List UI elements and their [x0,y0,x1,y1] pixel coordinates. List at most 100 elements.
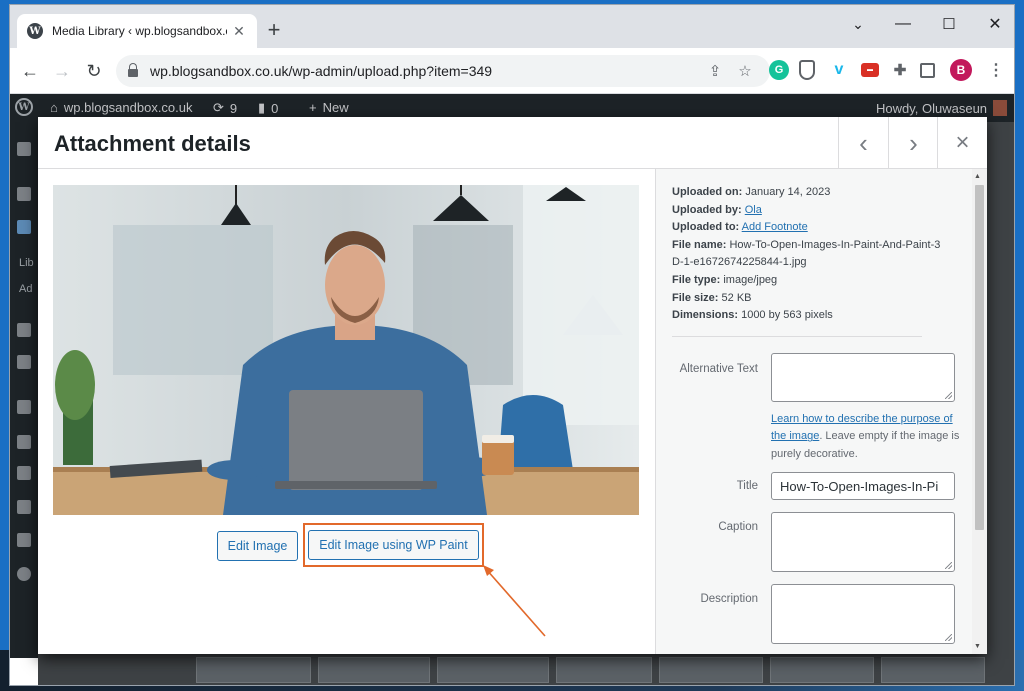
uploaded-by-link[interactable]: Ola [745,204,762,216]
grammarly-extension-icon[interactable]: G [769,60,789,80]
sidebar-item-add-new[interactable]: Ad [19,283,32,295]
comment-icon: ▮ [258,100,266,115]
profile-avatar[interactable]: B [950,59,972,81]
uploaded-to-link[interactable]: Add Footnote [742,221,808,233]
file-size-row: File size: 52 KB [672,291,752,304]
next-attachment-button[interactable]: › [888,117,938,168]
recorder-extension-icon[interactable]: ▬ [861,63,879,77]
alt-text-help: Learn how to describe the purpose of the… [771,413,960,460]
site-name-link[interactable]: ⌂ wp.blogsandbox.co.uk [50,100,193,115]
tab-strip: W Media Library ‹ wp.blogsandbox.co.uk ✕… [10,5,1014,48]
file-type-row: File type: image/jpeg [672,273,778,286]
close-icon: × [955,128,970,156]
side-panel-icon[interactable] [920,63,935,78]
title-field[interactable]: How-To-Open-Images-In-Pi [771,472,955,500]
minimize-button[interactable]: — [880,11,926,37]
new-content-link[interactable]: + New [309,100,349,115]
media-thumbnail[interactable] [556,657,652,683]
avatar [993,100,1008,116]
dashboard-icon[interactable] [17,142,31,156]
uploaded-by-row: Uploaded by: Ola [672,203,762,216]
home-icon: ⌂ [50,100,58,115]
wp-admin-sidebar: Lib Ad [10,122,38,658]
settings-icon[interactable] [17,533,31,547]
browser-toolbar: ← → ↻ wp.blogsandbox.co.uk/wp-admin/uplo… [10,48,1014,94]
attachment-media-view: Edit Image Edit Image using WP Paint [38,169,655,654]
users-icon[interactable] [17,466,31,480]
media-thumbnail[interactable] [659,657,763,683]
share-icon[interactable]: ⇪ [704,60,726,82]
alt-text-field[interactable] [771,353,955,402]
media-thumbnail[interactable] [318,657,430,683]
my-account-link[interactable]: Howdy, Oluwaseun [876,100,1008,116]
lock-icon [128,63,138,77]
scrollbar-thumb[interactable] [975,185,984,530]
chevron-left-icon: ‹ [859,127,868,158]
posts-icon[interactable] [17,187,31,201]
modal-title: Attachment details [54,131,251,156]
attachment-image [53,185,639,515]
extensions-puzzle-icon[interactable]: ✚ [890,60,910,80]
chevron-right-icon: › [909,127,918,158]
media-thumbnail[interactable] [881,657,985,683]
url-text: wp.blogsandbox.co.uk/wp-admin/upload.php… [150,63,493,79]
tools-icon[interactable] [17,500,31,514]
modal-header: Attachment details ‹ › × [38,117,987,169]
shield-extension-icon[interactable] [799,60,815,80]
media-thumbnail[interactable] [770,657,874,683]
forward-arrow-icon[interactable]: → [50,59,74,83]
chrome-menu-icon[interactable]: ⋮ [986,60,1006,80]
new-tab-button[interactable]: + [262,19,286,43]
scroll-down-arrow-icon[interactable]: ▼ [974,643,981,650]
alt-text-label: Alternative Text [679,363,758,375]
attachment-details-modal: Attachment details ‹ › × Edit Image Edit… [38,117,987,654]
media-thumbnail[interactable] [196,657,311,683]
edit-image-button[interactable]: Edit Image [217,531,298,561]
wordpress-logo-icon[interactable]: W [15,98,33,116]
scroll-up-arrow-icon[interactable]: ▲ [974,173,981,180]
browser-window: W Media Library ‹ wp.blogsandbox.co.uk ✕… [9,4,1015,686]
maximize-button[interactable]: ☐ [926,11,972,37]
comments-icon[interactable] [17,355,31,369]
close-tab-icon[interactable]: ✕ [231,23,247,40]
wordpress-favicon-icon: W [27,23,43,39]
title-label: Title [736,480,758,492]
previous-attachment-button[interactable]: ‹ [838,117,888,168]
updates-link[interactable]: ⟳ 9 [213,100,237,116]
annotation-arrow-icon [483,565,546,637]
address-bar[interactable]: wp.blogsandbox.co.uk/wp-admin/upload.php… [116,55,770,87]
appearance-icon[interactable] [17,400,31,414]
caption-label: Caption [718,521,758,533]
description-label: Description [700,593,758,605]
reload-icon[interactable]: ↻ [82,59,106,83]
pages-icon[interactable] [17,323,31,337]
bookmark-star-icon[interactable]: ☆ [734,60,756,82]
uploaded-to-row: Uploaded to: Add Footnote [672,221,808,234]
file-name-row: File name: How-To-Open-Images-In-Paint-A… [672,238,941,269]
dimensions-row: Dimensions: 1000 by 563 pixels [672,309,833,322]
media-icon[interactable] [17,220,31,234]
back-arrow-icon[interactable]: ← [18,59,42,83]
attachment-info-panel: Uploaded on: January 14, 2023 Uploaded b… [655,169,987,654]
plus-icon: + [309,100,317,115]
attachment-metadata: Uploaded on: January 14, 2023 Uploaded b… [672,184,942,325]
updates-icon: ⟳ [213,100,224,115]
close-window-button[interactable]: ✕ [972,11,1014,37]
uploaded-on-row: Uploaded on: January 14, 2023 [672,186,831,198]
media-thumbnail[interactable] [437,657,549,683]
info-panel-scrollbar[interactable]: ▲ ▼ [972,169,987,654]
tab-search-chevron-down-icon[interactable]: ⌄ [835,11,881,37]
browser-tab-media-library[interactable]: W Media Library ‹ wp.blogsandbox.co.uk ✕ [17,14,257,48]
sidebar-item-library[interactable]: Lib [19,257,34,269]
close-modal-button[interactable]: × [937,117,987,168]
plugins-icon[interactable] [17,435,31,449]
highlight-box [303,523,484,567]
vimeo-extension-icon[interactable]: v [829,60,849,80]
tab-title: Media Library ‹ wp.blogsandbox.co.uk [52,24,227,38]
man-at-laptop-photo [53,185,639,515]
collapse-menu-icon[interactable] [17,567,31,581]
description-field[interactable] [771,584,955,644]
comments-link[interactable]: ▮ 0 [258,100,278,116]
divider [672,336,922,337]
caption-field[interactable] [771,512,955,572]
